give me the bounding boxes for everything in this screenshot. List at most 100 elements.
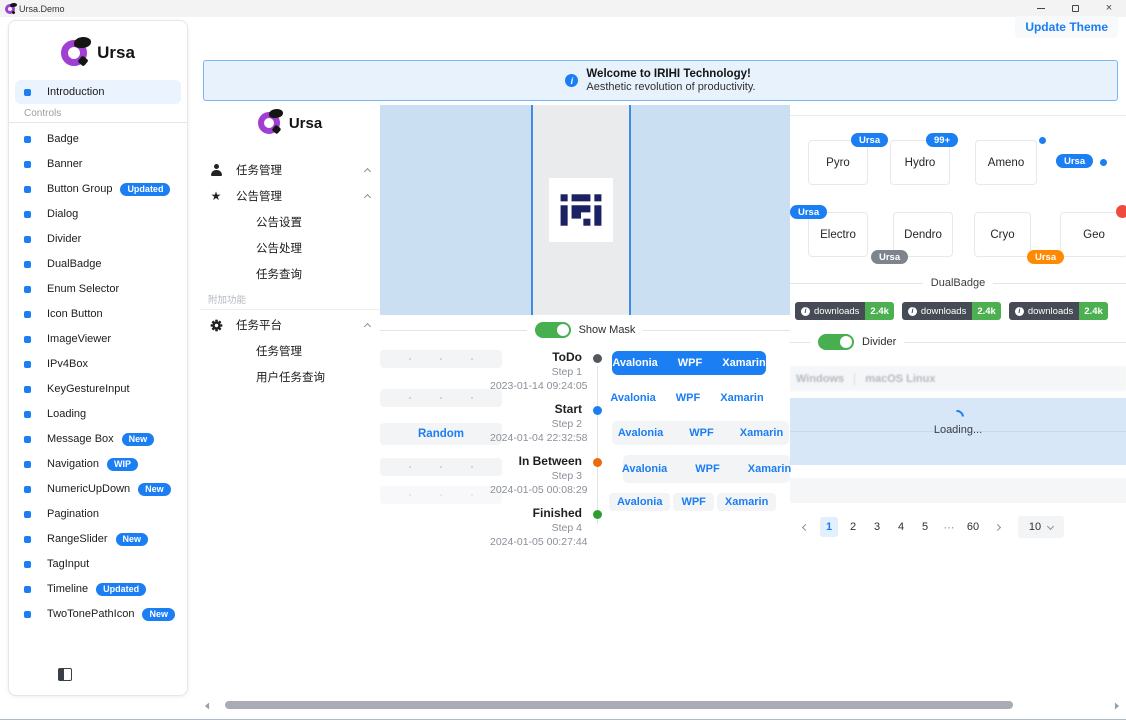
group-button-avalonia[interactable]: Avalonia [605,427,676,439]
divider-toggle[interactable] [818,334,854,350]
ursa-logo-icon [61,40,87,66]
sidebar-item-twotonepathicon[interactable]: TwoTonePathIconNew [15,602,181,626]
bullet-icon [24,386,31,393]
ursa-badge-gray: Ursa [871,250,908,264]
menu-item-task-platform[interactable]: 任务平台 [200,312,380,338]
timeline-entry-finished: Finished Step 4 2024-01-05 00:27:44 [490,506,582,548]
sidebar-item-divider[interactable]: Divider [15,227,181,251]
dual-badge-label: downloads [814,306,859,317]
dual-badge: idownloads 2.4k [795,302,894,320]
sidebar-item-loading[interactable]: Loading [15,402,181,426]
sidebar-item-label: RangeSlider [47,533,108,545]
group-button-xamarin[interactable]: Xamarin [712,357,775,369]
group-button-wpf[interactable]: WPF [666,392,710,404]
dot-badge-red [1116,205,1126,218]
menu-logo: Ursa [200,103,380,143]
menu-item-user-task-query[interactable]: 用户任务查询 [200,364,380,390]
page-size-select[interactable]: 10 [1018,516,1064,538]
sidebar-item-icon-button[interactable]: Icon Button [15,302,181,326]
bullet-icon [24,361,31,368]
close-button[interactable]: × [1092,0,1126,17]
group-button-wpf[interactable]: WPF [676,427,726,439]
random-button[interactable]: Random [380,423,502,445]
bullet-icon [24,261,31,268]
group-button-wpf[interactable]: WPF [668,357,712,369]
sidebar-item-enum-selector[interactable]: Enum Selector [15,277,181,301]
sidebar-collapse-icon[interactable] [58,668,72,681]
sidebar-item-keygestureinput[interactable]: KeyGestureInput [15,377,181,401]
update-theme-button[interactable]: Update Theme [1015,16,1118,38]
dot-badge [1039,137,1046,144]
page-button-1[interactable]: 1 [820,517,838,537]
banner-title: Welcome to IRIHI Technology! [586,68,755,80]
show-mask-toggle[interactable] [535,322,571,338]
page-button-60[interactable]: 60 [964,517,982,537]
minimize-button[interactable] [1024,0,1058,17]
sidebar-item-ipv4box[interactable]: IPv4Box [15,352,181,376]
irihi-logo-icon [559,188,603,232]
badge-card-cryo: Cryo [974,212,1031,257]
next-page-button[interactable] [988,517,1006,537]
viewer-image-area [533,105,629,315]
menu-item-announcement-settings[interactable]: 公告设置 [200,209,380,235]
star-icon: ★ [208,189,224,203]
scrollbar-thumb[interactable] [225,701,1013,709]
sidebar-item-banner[interactable]: Banner [15,152,181,176]
sidebar-item-imageviewer[interactable]: ImageViewer [15,327,181,351]
chevron-up-icon [364,194,371,201]
page-button-2[interactable]: 2 [844,517,862,537]
horizontal-scrollbar[interactable] [200,699,1126,711]
bullet-icon [24,89,31,96]
timeline-time: 2024-01-05 00:08:29 [490,484,582,496]
menu-item-announcement-processing[interactable]: 公告处理 [200,235,380,261]
sidebar-item-badge[interactable]: Badge [15,127,181,151]
page-button-4[interactable]: 4 [892,517,910,537]
page-button-3[interactable]: 3 [868,517,886,537]
group-button-wpf[interactable]: WPF [673,493,713,511]
sidebar-item-introduction[interactable]: Introduction [15,80,181,104]
divider-line [643,330,790,331]
menu-item-task-query[interactable]: 任务查询 [200,261,380,287]
bullet-icon [24,486,31,493]
bullet-icon [24,436,31,443]
user-icon [208,164,224,176]
sidebar-item-timeline[interactable]: TimelineUpdated [15,577,181,601]
timeline-entry-start: Start Step 2 2024-01-04 22:32:58 [490,402,582,444]
dual-badge-label: downloads [921,306,966,317]
sidebar-item-dualbadge[interactable]: DualBadge [15,252,181,276]
timeline-dot-finished [593,510,602,519]
group-button-avalonia[interactable]: Avalonia [600,392,665,404]
divider-line [993,283,1126,284]
scroll-right-icon[interactable] [1115,703,1119,710]
status-badge: Updated [96,583,146,596]
sidebar-item-numericupdown[interactable]: NumericUpDownNew [15,477,181,501]
sidebar-item-message-box[interactable]: Message BoxNew [15,427,181,451]
skeleton-row [380,350,502,368]
dual-badge-label: downloads [1028,306,1073,317]
sidebar-item-dialog[interactable]: Dialog [15,202,181,226]
sidebar-item-navigation[interactable]: NavigationWIP [15,452,181,476]
prev-page-button[interactable] [796,517,814,537]
scroll-left-icon[interactable] [205,703,209,710]
sidebar-item-button-group[interactable]: Button GroupUpdated [15,177,181,201]
dual-badge-value: 2.4k [972,302,1001,320]
group-button-avalonia[interactable]: Avalonia [609,493,670,511]
page-ellipsis[interactable]: ⋯ [940,517,958,537]
group-button-avalonia[interactable]: Avalonia [602,357,667,369]
bullet-icon [24,536,31,543]
image-viewer[interactable] [380,105,790,315]
menu-item-task-management-child[interactable]: 任务管理 [200,338,380,364]
group-button-xamarin[interactable]: Xamarin [727,427,796,439]
group-button-xamarin[interactable]: Xamarin [717,493,776,511]
maximize-button[interactable] [1058,0,1092,17]
chevron-right-icon [993,523,1000,530]
sidebar-item-pagination[interactable]: Pagination [15,502,181,526]
group-button-avalonia[interactable]: Avalonia [608,463,681,475]
page-button-5[interactable]: 5 [916,517,934,537]
sidebar-item-rangeslider[interactable]: RangeSliderNew [15,527,181,551]
group-button-xamarin[interactable]: Xamarin [710,392,773,404]
sidebar-item-taginput[interactable]: TagInput [15,552,181,576]
menu-item-announcement-management[interactable]: ★ 公告管理 [200,183,380,209]
group-button-wpf[interactable]: WPF [681,463,733,475]
menu-item-task-management[interactable]: 任务管理 [200,157,380,183]
